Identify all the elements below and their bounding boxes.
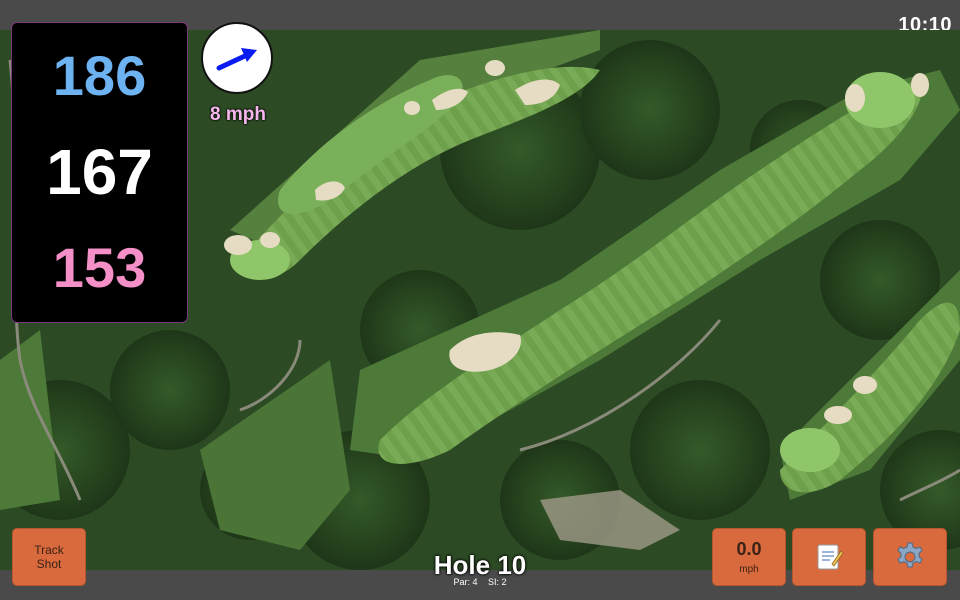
back-distance: 186: [52, 44, 147, 107]
settings-button[interactable]: [873, 528, 947, 586]
shot-speed-value: 0.0: [736, 539, 762, 559]
hole-par: Par: 4: [453, 577, 478, 587]
gear-icon: [897, 542, 923, 568]
notepad-icon: [817, 544, 844, 570]
wind-indicator: [201, 22, 273, 94]
hole-stroke-index: SI: 2: [488, 577, 507, 587]
distance-panel: 186 167 153: [11, 22, 188, 323]
track-shot-label: Track Shot: [34, 543, 64, 571]
hole-info: Par: 4 SI: 2: [380, 577, 580, 587]
shot-speed-button[interactable]: 0.0 mph: [712, 528, 786, 586]
middle-distance: 167: [46, 136, 153, 208]
wind-speed-label: 8 mph: [210, 104, 266, 125]
notes-button[interactable]: [792, 528, 866, 586]
front-distance: 153: [52, 236, 147, 299]
wind-arrow-icon: [216, 48, 257, 71]
shot-speed-unit: mph: [739, 564, 759, 575]
track-shot-button[interactable]: Track Shot: [12, 528, 86, 586]
